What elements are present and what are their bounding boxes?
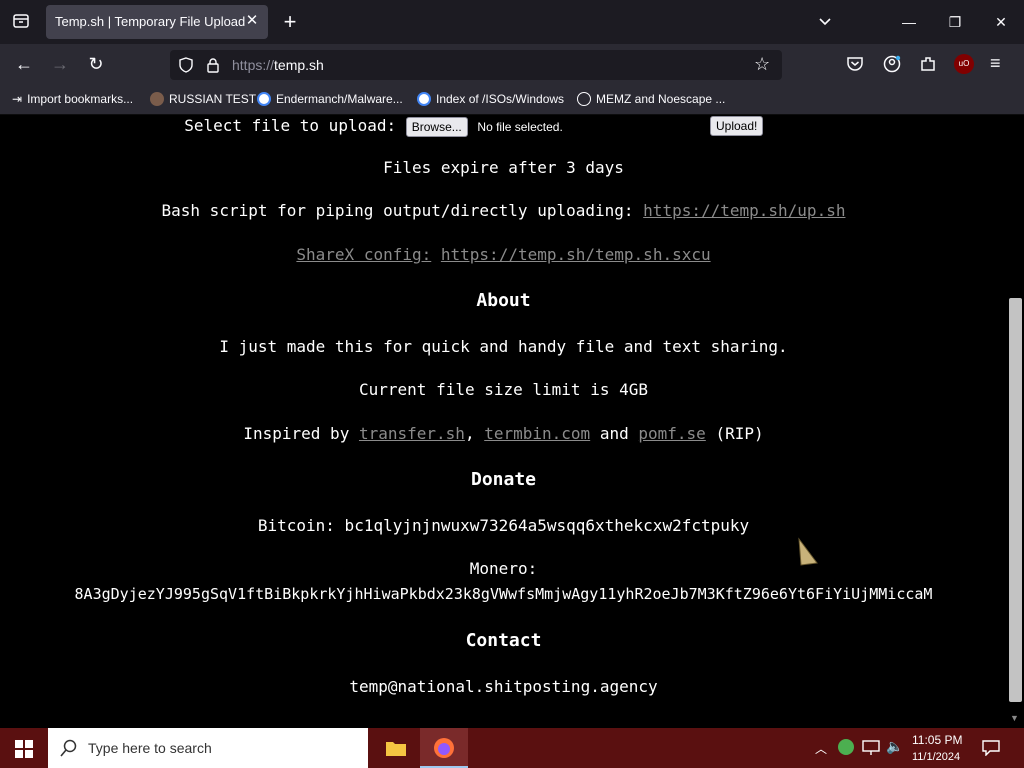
back-button[interactable]: ← [12, 52, 36, 76]
bash-script-link[interactable]: https://temp.sh/up.sh [643, 201, 845, 220]
bookmark-russian-test[interactable]: RUSSIAN TEST [150, 90, 256, 108]
clock-date[interactable]: 11/1/2024 [912, 751, 960, 763]
notifications-icon[interactable] [982, 740, 1000, 756]
user-status-icon[interactable] [838, 739, 854, 755]
inspired-line: Inspired by transfer.sh, termbin.com and… [243, 424, 764, 443]
taskbar-search-input[interactable]: Type here to search [48, 728, 368, 768]
show-hidden-icons-icon[interactable]: ︿ [815, 740, 827, 757]
clock-time[interactable]: 11:05 PM [912, 733, 962, 747]
minimize-button[interactable]: — [894, 8, 924, 36]
browse-button[interactable]: Browse... [405, 117, 468, 137]
google-icon [257, 92, 271, 106]
monero-address: 8A3gDyjezYJ995gSqV1ftBiBkpkrkYjhHiwaPkbd… [74, 585, 933, 603]
search-icon [60, 739, 77, 757]
taskbar: Type here to search ︿ 🔈 11:05 PM 11/1/20… [0, 728, 1024, 768]
tab-strip: Temp.sh | Temporary File Upload ✕ + — ❐ … [0, 0, 1024, 44]
donate-heading: Donate [470, 469, 537, 490]
scrollbar-thumb[interactable] [1009, 298, 1022, 702]
monero-label: Monero: [469, 559, 538, 578]
size-limit-text: Current file size limit is 4GB [359, 380, 648, 399]
import-icon: ⇥ [12, 92, 23, 106]
google-icon [417, 92, 431, 106]
expire-text: Files expire after 3 days [383, 158, 624, 177]
tab-title: Temp.sh | Temporary File Upload [55, 14, 246, 29]
windows-start-icon[interactable] [15, 740, 33, 758]
close-tab-icon[interactable]: ✕ [242, 11, 262, 31]
close-window-button[interactable]: ✕ [986, 8, 1016, 36]
reload-button[interactable]: ↻ [84, 52, 108, 76]
network-icon[interactable] [862, 740, 880, 756]
bookmark-import[interactable]: ⇥ Import bookmarks... [12, 90, 133, 108]
pomf-link[interactable]: pomf.se [638, 424, 705, 443]
bitcoin-address: Bitcoin: bc1qlyjnjnwuxw73264a5wsqq6xthek… [257, 516, 750, 535]
folder-icon [386, 742, 406, 756]
bookmark-star-icon[interactable]: ☆ [754, 54, 770, 75]
restore-button[interactable]: ❐ [940, 8, 970, 36]
list-all-tabs-icon[interactable] [12, 12, 30, 30]
termbin-link[interactable]: termbin.com [484, 424, 590, 443]
chevron-down-icon[interactable] [814, 11, 836, 33]
volume-icon[interactable]: 🔈 [886, 738, 903, 755]
forward-button[interactable]: → [48, 52, 72, 76]
transfer-sh-link[interactable]: transfer.sh [359, 424, 465, 443]
about-heading: About [476, 290, 531, 311]
navigation-toolbar: ← → ↻ https://temp.sh ☆ uO ≡ [0, 44, 1024, 84]
account-icon[interactable] [883, 55, 901, 73]
tab-temp-sh[interactable]: Temp.sh | Temporary File Upload ✕ [46, 5, 268, 39]
scroll-down-arrow-icon[interactable]: ▼ [1010, 713, 1019, 723]
firefox-icon [434, 738, 454, 758]
ublock-origin-icon[interactable]: uO [954, 54, 974, 74]
url-text[interactable]: https://temp.sh [232, 57, 324, 73]
no-file-label: No file selected. [477, 120, 563, 134]
extensions-icon[interactable] [919, 55, 937, 73]
firefox-taskbar-button[interactable] [420, 728, 468, 768]
upload-button[interactable]: Upload! [710, 116, 764, 136]
about-text: I just made this for quick and handy fil… [219, 337, 788, 356]
sharex-line: ShareX config: https://temp.sh/temp.sh.s… [0, 245, 1007, 264]
bookmark-isos-windows[interactable]: Index of /ISOs/Windows [417, 90, 564, 108]
page-content: Select file to upload: Browse... No file… [0, 115, 1007, 727]
file-explorer-taskbar-button[interactable] [372, 728, 420, 768]
bookmark-endermanch[interactable]: Endermanch/Malware... [257, 90, 403, 108]
menu-icon[interactable]: ≡ [990, 53, 1001, 74]
sharex-config-link[interactable]: ShareX config: [296, 245, 431, 264]
sharex-url-link[interactable]: https://temp.sh/temp.sh.sxcu [441, 245, 711, 264]
select-file-label: Select file to upload: [184, 116, 397, 135]
bookmark-memz[interactable]: MEMZ and Noescape ... [577, 90, 725, 108]
new-tab-button[interactable]: + [278, 10, 302, 34]
contact-email: temp@national.shitposting.agency [349, 677, 658, 696]
shield-icon[interactable] [178, 57, 194, 73]
globe-icon [577, 92, 591, 106]
site-icon [150, 92, 164, 106]
upload-row: Select file to upload: Browse... No file… [0, 116, 1007, 137]
cursor-figure-icon [798, 537, 818, 566]
lock-icon[interactable] [206, 57, 220, 73]
pocket-icon[interactable] [846, 55, 864, 73]
bash-line: Bash script for piping output/directly u… [161, 201, 846, 220]
bookmarks-toolbar: ⇥ Import bookmarks... RUSSIAN TEST Ender… [0, 84, 1024, 115]
url-bar[interactable]: https://temp.sh ☆ [170, 50, 782, 80]
contact-heading: Contact [465, 630, 542, 651]
